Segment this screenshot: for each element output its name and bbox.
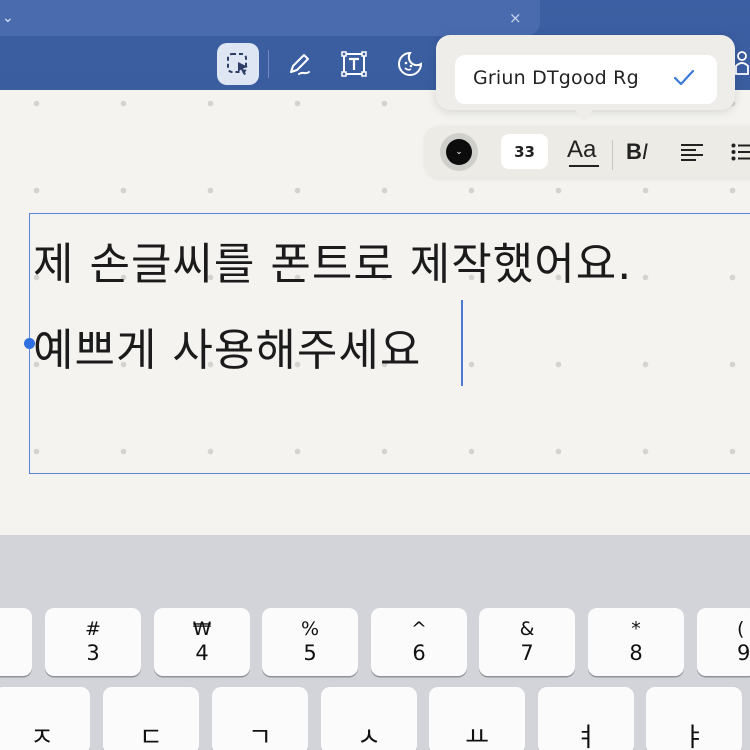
pen-icon [290, 54, 310, 75]
sticker-icon [398, 51, 423, 76]
key-siot[interactable]: ㅅ [321, 687, 417, 750]
sticker-tool[interactable] [389, 43, 431, 85]
tab-chevron-icon[interactable]: ⌄ [2, 10, 14, 26]
bold-italic-button[interactable]: BI [626, 139, 648, 165]
checkmark-icon [673, 69, 695, 91]
chevron-down-icon: ⌄ [455, 147, 463, 157]
text-box-icon [341, 51, 367, 77]
key-yo[interactable]: ㅛ [429, 687, 525, 750]
key-digeut[interactable]: ㄷ [103, 687, 199, 750]
font-button-label: Aa [567, 136, 597, 163]
key-giyeok[interactable]: ㄱ [212, 687, 308, 750]
key-yeo[interactable]: ㅕ [538, 687, 634, 750]
font-button[interactable]: Aa [567, 136, 599, 167]
format-divider [612, 140, 613, 170]
text-line-2[interactable]: 예쁘게 사용해주세요 [33, 314, 421, 378]
key-5[interactable]: % 5 [262, 608, 358, 676]
font-size-button[interactable]: 33 [501, 134, 548, 169]
font-button-underline [569, 165, 599, 167]
key-9[interactable]: ( 9 [697, 608, 750, 676]
lasso-select-tool[interactable] [217, 43, 259, 85]
key-7[interactable]: & 7 [479, 608, 575, 676]
text-tool[interactable] [333, 43, 375, 85]
align-left-icon[interactable] [680, 143, 704, 165]
lasso-select-icon [227, 53, 248, 75]
key-2[interactable] [0, 608, 32, 676]
popover-arrow [574, 108, 594, 121]
bullet-list-icon[interactable] [731, 143, 750, 165]
key-8[interactable]: * 8 [588, 608, 684, 676]
key-3[interactable]: # 3 [45, 608, 141, 676]
text-line-1[interactable]: 제 손글씨를 폰트로 제작했어요. [33, 228, 632, 292]
italic-label: I [641, 139, 649, 164]
bold-label: B [626, 139, 642, 164]
font-name: Griun DTgood Rg [473, 67, 639, 89]
text-caret [461, 300, 463, 386]
key-ya[interactable]: ㅑ [646, 687, 742, 750]
more-tools-icon[interactable] [734, 50, 750, 80]
key-6[interactable]: ^ 6 [371, 608, 467, 676]
tab-strip: ⌄ × [0, 0, 540, 36]
key-jieut[interactable]: ㅈ [0, 687, 90, 750]
key-4[interactable]: ₩ 4 [154, 608, 250, 676]
color-swatch: ⌄ [446, 139, 472, 165]
toolbar-divider [268, 50, 269, 78]
color-picker-button[interactable]: ⌄ [440, 133, 478, 171]
pen-tool[interactable] [278, 43, 320, 85]
tab-close-icon[interactable]: × [509, 9, 522, 27]
